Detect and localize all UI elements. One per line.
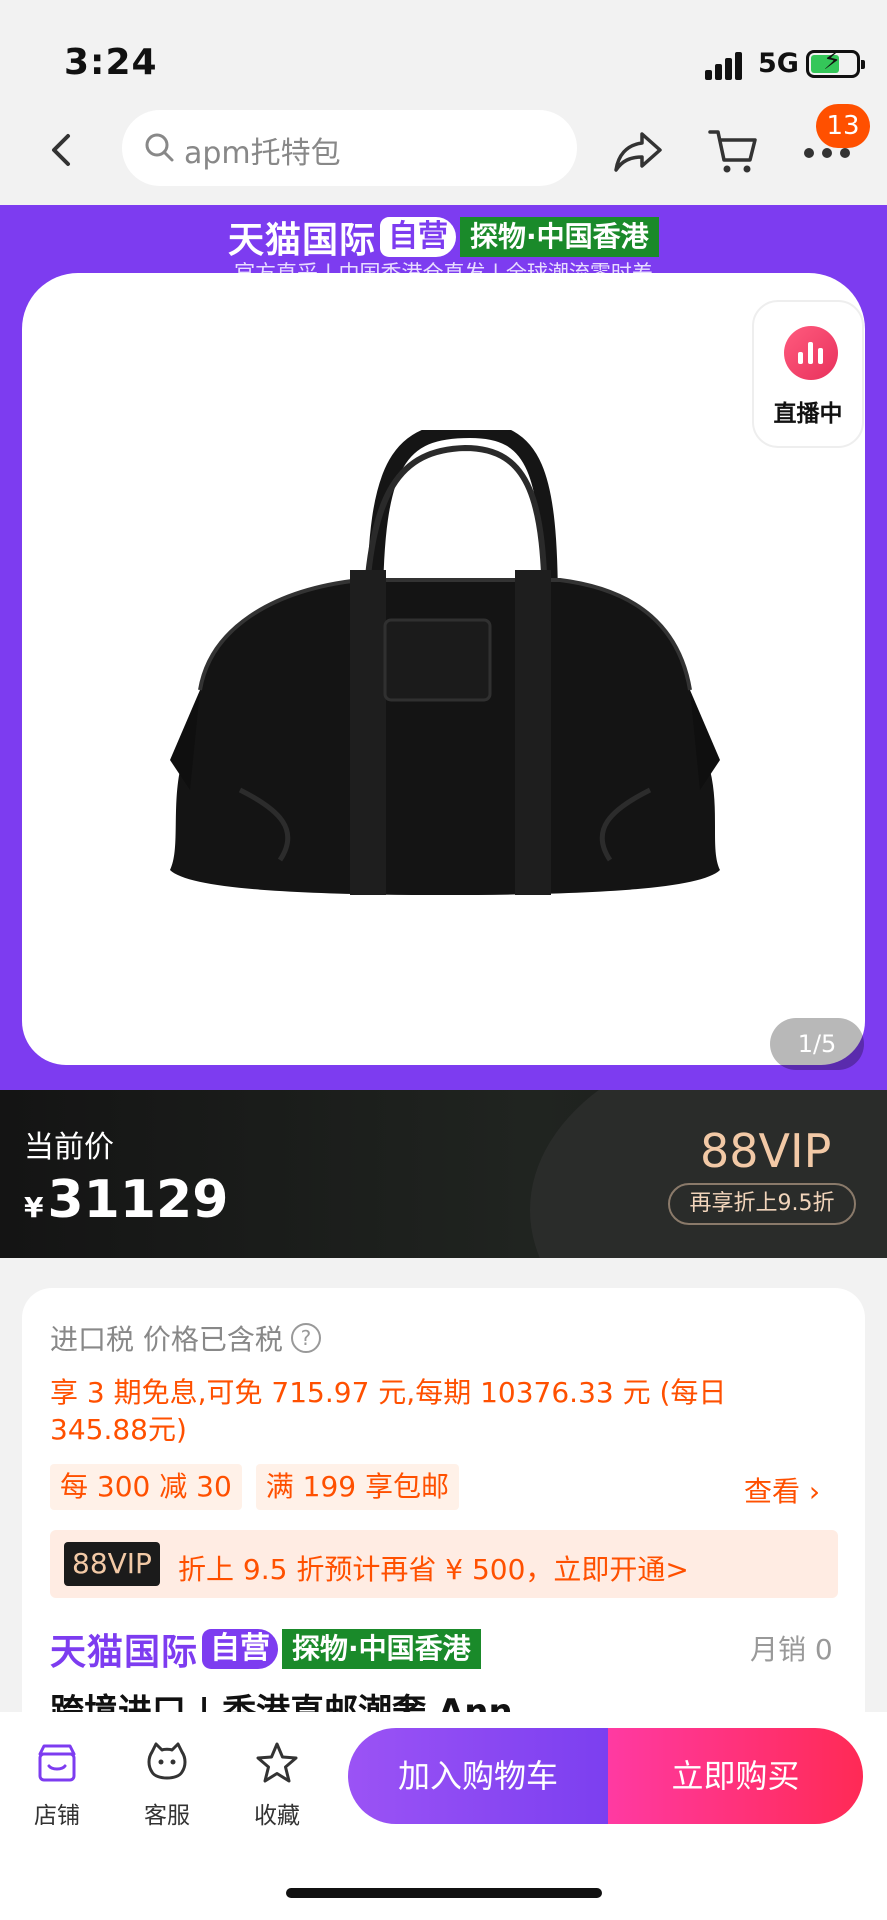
search-input[interactable]: apm托特包 — [122, 110, 577, 186]
tab-customer-service[interactable]: 客服 — [122, 1740, 212, 1830]
help-icon[interactable]: ? — [290, 1323, 321, 1353]
logo-self-text: 自营 — [380, 217, 457, 257]
product-info-card: 进口税 价格已含税 ? 享 3 期免息,可免 715.97 元,每期 10376… — [22, 1288, 865, 1758]
tab-favorite[interactable]: 收藏 — [232, 1740, 322, 1830]
live-label: 直播中 — [773, 401, 843, 427]
back-icon[interactable] — [42, 130, 82, 170]
vip-discount-chip[interactable]: 再享折上9.5折 — [668, 1183, 856, 1225]
brand-self-text: 自营 — [202, 1629, 279, 1669]
coupon-free-shipping[interactable]: 满 199 享包邮 — [255, 1464, 460, 1510]
customer-service-icon — [147, 1742, 187, 1780]
price-bar: 当前价 ¥31129 88VIP 再享折上9.5折 — [0, 1090, 887, 1258]
cart-badge: 13 — [816, 104, 870, 148]
vip-message: 折上 9.5 折预计再省 ¥ 500，立即开通> — [178, 1553, 689, 1586]
search-icon — [145, 133, 174, 162]
add-to-cart-button[interactable]: 加入购物车 — [348, 1728, 608, 1824]
vip-title: 88VIP — [700, 1124, 832, 1178]
tab-favorite-label: 收藏 — [254, 1803, 300, 1829]
current-price: ¥31129 — [24, 1170, 228, 1230]
vip-promo-bar[interactable]: 88VIP 折上 9.5 折预计再省 ¥ 500，立即开通> — [50, 1530, 838, 1598]
coupon-list: 每 300 减 30 满 199 享包邮 — [50, 1464, 473, 1510]
logo-tag-text: 探物·中国香港 — [460, 217, 659, 257]
more-icon[interactable] — [804, 148, 850, 160]
signal-icon — [705, 52, 747, 80]
buy-now-button[interactable]: 立即购买 — [608, 1728, 863, 1824]
share-icon[interactable] — [612, 128, 664, 174]
tmall-global-logo: 天猫国际 自营 探物·中国香港 — [228, 215, 659, 261]
tab-store-label: 店铺 — [34, 1803, 80, 1829]
see-more-link[interactable]: 查看 › — [744, 1470, 820, 1510]
brand-tag-text: 探物·中国香港 — [282, 1629, 481, 1669]
tax-note: 进口税 价格已含税 ? — [50, 1318, 321, 1358]
top-nav: apm托特包 13 — [0, 100, 887, 205]
tab-store[interactable]: 店铺 — [12, 1740, 102, 1830]
battery-icon: ⚡ — [806, 48, 865, 78]
star-icon — [256, 1742, 298, 1783]
monthly-sales: 月销 0 — [750, 1633, 833, 1666]
logo-tmall-text: 天猫国际 — [228, 220, 377, 261]
brand-row: 天猫国际 自营 探物·中国香港 — [50, 1628, 481, 1673]
price-value: 31129 — [47, 1170, 229, 1230]
tab-customer-service-label: 客服 — [144, 1803, 190, 1829]
current-price-label: 当前价 — [24, 1130, 114, 1165]
status-time: 3:24 — [64, 42, 158, 83]
search-text: apm托特包 — [184, 136, 341, 171]
coupon-discount[interactable]: 每 300 减 30 — [50, 1464, 242, 1510]
currency-symbol: ¥ — [24, 1191, 44, 1224]
brand-tmall-text: 天猫国际 — [50, 1632, 199, 1673]
store-icon — [38, 1744, 76, 1782]
network-type: 5G — [758, 48, 799, 79]
status-bar: 3:24 5G ⚡ — [0, 0, 887, 110]
home-indicator[interactable] — [286, 1888, 602, 1898]
live-stream-button[interactable]: 直播中 — [752, 300, 864, 448]
product-image[interactable] — [160, 430, 730, 990]
tax-note-text: 进口税 价格已含税 — [50, 1323, 283, 1356]
image-pager: 1/5 — [770, 1018, 864, 1070]
live-chart-icon — [784, 326, 838, 380]
purchase-buttons: 加入购物车 立即购买 — [348, 1728, 863, 1824]
cart-icon[interactable] — [708, 126, 758, 176]
installment-info[interactable]: 享 3 期免息,可免 715.97 元,每期 10376.33 元 (每日 34… — [50, 1374, 770, 1448]
vip-tag: 88VIP — [64, 1542, 160, 1586]
